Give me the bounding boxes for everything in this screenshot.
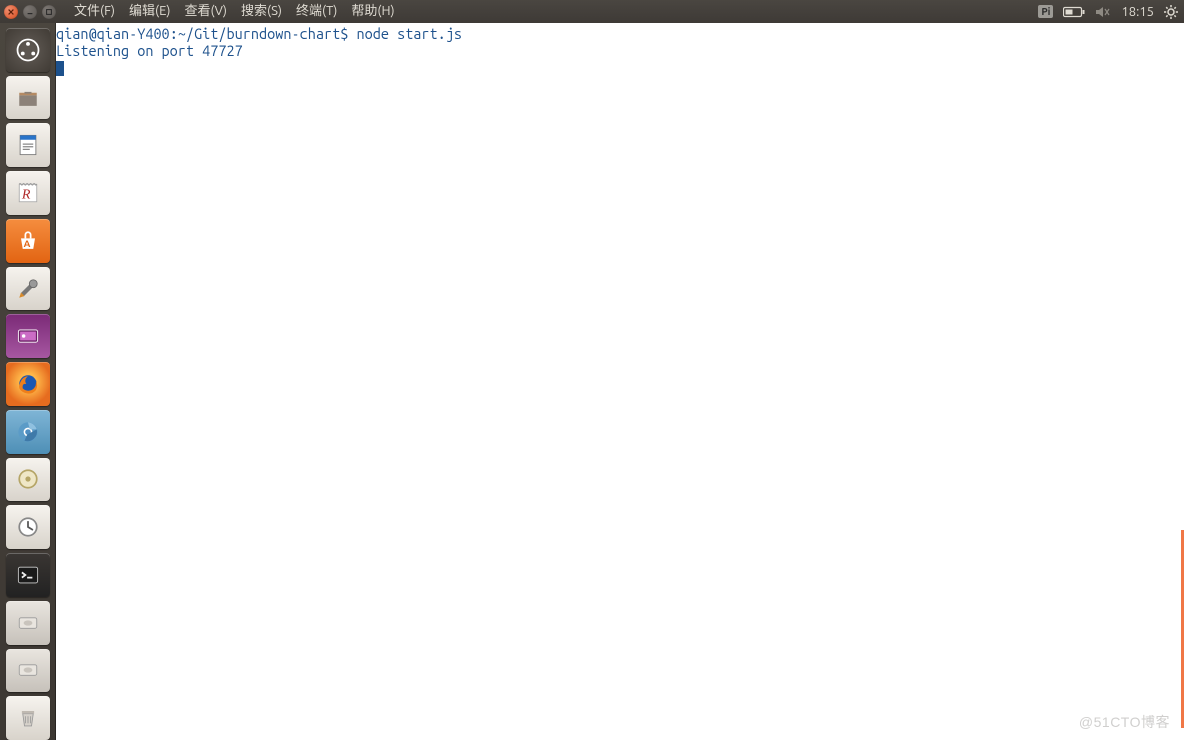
battery-icon[interactable] xyxy=(1063,6,1085,18)
software-center-icon[interactable]: A xyxy=(6,219,50,263)
close-icon xyxy=(7,8,15,16)
clock[interactable]: 18:15 xyxy=(1121,5,1154,19)
terminal-pane[interactable]: qian@qian-Y400:~/Git/burndown-chart$ nod… xyxy=(56,23,1184,740)
menu-file[interactable]: 文件(F) xyxy=(67,0,122,23)
disk-icon[interactable] xyxy=(6,601,50,645)
maximize-icon xyxy=(45,8,53,16)
menu-view[interactable]: 查看(V) xyxy=(178,0,234,23)
terminal-output-line: Listening on port 47727 xyxy=(56,42,1184,59)
clock-icon[interactable] xyxy=(6,505,50,549)
window-close-button[interactable] xyxy=(4,5,18,19)
rhythmbox-icon[interactable] xyxy=(6,458,50,502)
prompt-user-host: qian@qian-Y400 xyxy=(56,25,170,42)
firefox-icon[interactable] xyxy=(6,362,50,406)
window-maximize-button[interactable] xyxy=(42,5,56,19)
cursor-block xyxy=(56,61,64,76)
files-icon[interactable] xyxy=(6,76,50,120)
prompt-command: node start.js xyxy=(356,25,462,42)
disk2-icon[interactable] xyxy=(6,649,50,693)
menu-terminal[interactable]: 终端(T) xyxy=(289,0,344,23)
writer-icon[interactable] xyxy=(6,123,50,167)
window-minimize-button[interactable] xyxy=(23,5,37,19)
menu-search[interactable]: 搜索(S) xyxy=(234,0,289,23)
dash-icon[interactable] xyxy=(6,28,50,72)
watermark: @51CTO博客 xyxy=(1079,712,1170,732)
rnote-icon[interactable]: R xyxy=(6,171,50,215)
svg-text:R: R xyxy=(20,187,30,202)
terminal-cursor-line xyxy=(56,59,1184,76)
minimize-icon xyxy=(26,8,34,16)
appearance-icon[interactable] xyxy=(6,314,50,358)
menu-items: 文件(F) 编辑(E) 查看(V) 搜索(S) 终端(T) 帮助(H) xyxy=(67,0,402,23)
settings-icon[interactable] xyxy=(6,267,50,311)
input-method-indicator[interactable]: Pi xyxy=(1038,5,1053,18)
unity-launcher: R A xyxy=(0,23,56,740)
terminal-prompt-line: qian@qian-Y400:~/Git/burndown-chart$ nod… xyxy=(56,25,1184,42)
window-controls xyxy=(4,5,61,19)
svg-text:A: A xyxy=(23,238,30,249)
system-tray: Pi 18:15 xyxy=(1038,5,1184,19)
menu-help[interactable]: 帮助(H) xyxy=(344,0,401,23)
prompt-path: ~/Git/burndown-chart xyxy=(178,25,340,42)
gear-icon[interactable] xyxy=(1164,5,1178,19)
menu-edit[interactable]: 编辑(E) xyxy=(122,0,177,23)
terminal-icon[interactable] xyxy=(6,553,50,597)
chromium-icon[interactable] xyxy=(6,410,50,454)
trash-icon[interactable] xyxy=(6,696,50,740)
top-menu-bar: 文件(F) 编辑(E) 查看(V) 搜索(S) 终端(T) 帮助(H) Pi 1… xyxy=(0,0,1184,23)
volume-mute-icon[interactable] xyxy=(1095,5,1111,19)
